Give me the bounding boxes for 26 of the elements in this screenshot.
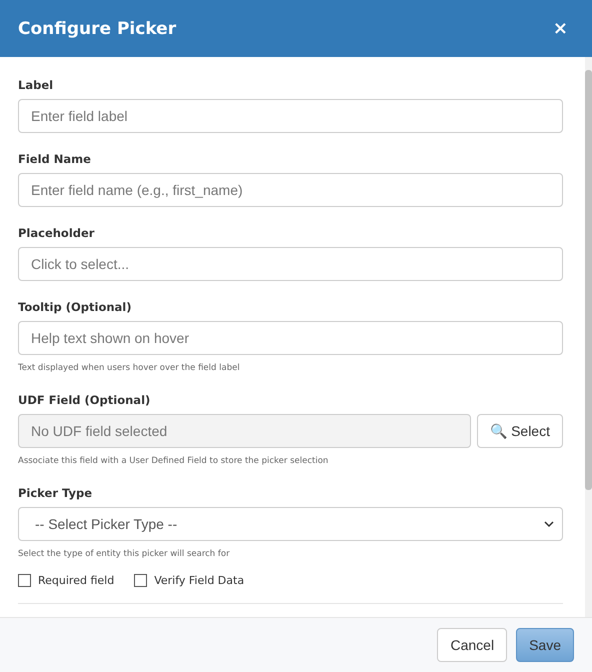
close-button[interactable]: × <box>546 18 574 39</box>
help-text: Text displayed when users hover over the field label <box>18 362 241 374</box>
input-field[interactable]: Help text shown on hover <box>18 321 563 355</box>
checkbox-label: Required field <box>38 574 114 587</box>
cancel-button[interactable]: Cancel <box>437 628 508 662</box>
field-label: Label <box>18 77 54 93</box>
checkbox[interactable] <box>18 574 31 587</box>
field-label: Tooltip (Optional) <box>18 299 132 315</box>
help-text: Associate this field with a User Defined Field to store the picker selection <box>18 455 330 467</box>
dialog-title: Configure Picker <box>18 18 176 38</box>
input-field[interactable]: No UDF field selected <box>18 414 472 448</box>
field-label: Picker Type <box>18 485 94 501</box>
field-label: Field Name <box>18 151 92 167</box>
checkbox-label: Verify Field Data <box>154 574 244 587</box>
chevron-down-icon <box>544 520 554 528</box>
input-field[interactable]: Enter field name (e.g., first_name) <box>18 173 563 207</box>
checkbox[interactable] <box>134 574 148 587</box>
select-button[interactable]: 🔍 Select <box>477 414 563 448</box>
scrollbar[interactable] <box>585 57 592 617</box>
input-field[interactable]: Enter field label <box>18 99 563 133</box>
input-field[interactable]: Click to select... <box>18 247 563 281</box>
field-label: UDF Field (Optional) <box>18 392 152 408</box>
help-text: Select the type of entity this picker will search for <box>18 548 231 560</box>
save-button[interactable]: Save <box>516 628 574 662</box>
field-label: Placeholder <box>18 225 96 241</box>
dropdown[interactable]: -- Select Picker Type -- <box>18 507 563 541</box>
